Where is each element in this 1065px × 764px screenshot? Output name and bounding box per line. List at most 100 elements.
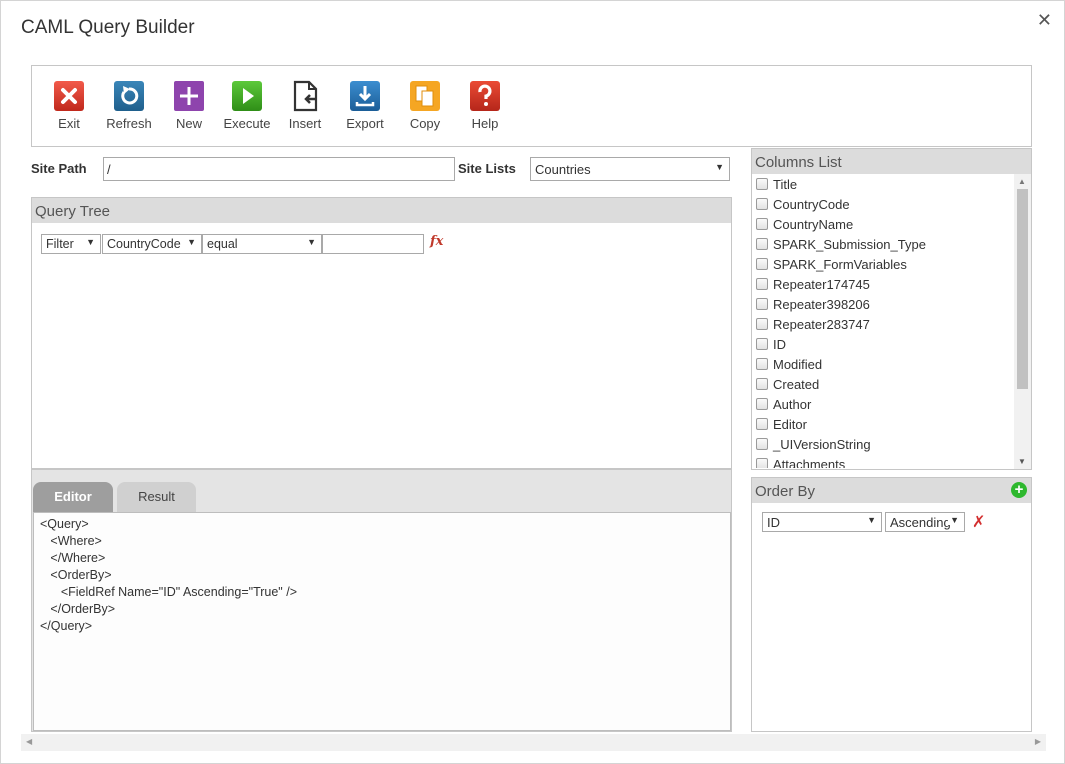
column-item[interactable]: ID bbox=[752, 334, 1014, 354]
refresh-button[interactable]: Refresh bbox=[99, 80, 159, 131]
checkbox[interactable] bbox=[756, 378, 768, 390]
refresh-icon bbox=[114, 81, 144, 111]
column-item[interactable]: Repeater283747 bbox=[752, 314, 1014, 334]
checkbox[interactable] bbox=[756, 198, 768, 210]
tab-editor[interactable]: Editor bbox=[33, 482, 113, 512]
add-icon[interactable]: + bbox=[1011, 482, 1027, 498]
column-item[interactable]: SPARK_Submission_Type bbox=[752, 234, 1014, 254]
execute-label: Execute bbox=[223, 116, 271, 131]
scroll-up-icon[interactable]: ▲ bbox=[1018, 177, 1026, 186]
order-by-direction-select[interactable]: Ascending ▼ bbox=[885, 512, 965, 532]
code-line: <Query> bbox=[40, 517, 89, 531]
filter-field-select[interactable]: CountryCode ▼ bbox=[102, 234, 202, 254]
export-label: Export bbox=[346, 116, 384, 131]
checkbox[interactable] bbox=[756, 358, 768, 370]
new-label: New bbox=[175, 116, 202, 131]
help-button[interactable]: Help bbox=[455, 80, 515, 131]
site-lists-value: Countries bbox=[535, 162, 591, 177]
scrollbar-thumb[interactable] bbox=[1017, 189, 1028, 389]
export-button[interactable]: Export bbox=[335, 80, 395, 131]
column-item[interactable]: Attachments bbox=[752, 454, 1014, 468]
insert-icon bbox=[293, 80, 318, 112]
execute-icon bbox=[232, 81, 262, 111]
execute-button[interactable]: Execute bbox=[217, 80, 277, 131]
column-item[interactable]: Editor bbox=[752, 414, 1014, 434]
tab-result[interactable]: Result bbox=[117, 482, 196, 512]
code-line: </Where> bbox=[40, 551, 106, 565]
code-line: </OrderBy> bbox=[40, 602, 116, 616]
code-line: <FieldRef Name="ID" Ascending="True" /> bbox=[40, 585, 297, 599]
column-label: Attachments bbox=[773, 456, 846, 469]
scroll-right-icon[interactable]: ▶ bbox=[1035, 737, 1041, 746]
copy-button[interactable]: Copy bbox=[395, 80, 455, 131]
column-item[interactable]: CountryCode bbox=[752, 194, 1014, 214]
scroll-down-icon[interactable]: ▼ bbox=[1018, 457, 1026, 466]
checkbox[interactable] bbox=[756, 338, 768, 350]
chevron-down-icon: ▼ bbox=[715, 162, 724, 172]
site-path-input[interactable]: / bbox=[103, 157, 455, 181]
chevron-down-icon: ▼ bbox=[86, 237, 95, 247]
checkbox[interactable] bbox=[756, 238, 768, 250]
dialog-title: CAML Query Builder bbox=[21, 17, 195, 38]
checkbox[interactable] bbox=[756, 218, 768, 230]
site-path-label: Site Path bbox=[31, 161, 87, 176]
column-item[interactable]: SPARK_FormVariables bbox=[752, 254, 1014, 274]
columns-list-header: Columns List bbox=[752, 149, 1031, 174]
columns-list-panel: Columns List Title CountryCode CountryNa… bbox=[751, 148, 1032, 470]
insert-button[interactable]: Insert bbox=[275, 80, 335, 131]
column-item[interactable]: Repeater174745 bbox=[752, 274, 1014, 294]
export-icon bbox=[350, 81, 380, 111]
caml-code-editor[interactable]: <Query> <Where> </Where> <OrderBy> <Fiel… bbox=[33, 512, 731, 731]
help-label: Help bbox=[471, 116, 499, 131]
chevron-down-icon: ▼ bbox=[187, 237, 196, 247]
checkbox[interactable] bbox=[756, 278, 768, 290]
chevron-down-icon: ▼ bbox=[948, 515, 959, 525]
code-line: </Query> bbox=[40, 619, 93, 633]
new-button[interactable]: New bbox=[159, 80, 219, 131]
exit-label: Exit bbox=[58, 116, 80, 131]
order-by-field-value: ID bbox=[767, 515, 780, 530]
filter-operator-value: equal bbox=[207, 237, 238, 251]
exit-button[interactable]: Exit bbox=[39, 80, 99, 131]
function-fx-icon[interactable]: fx bbox=[430, 234, 443, 249]
filter-type-select[interactable]: Filter ▼ bbox=[41, 234, 101, 254]
column-item[interactable]: Created bbox=[752, 374, 1014, 394]
filter-value-input[interactable] bbox=[322, 234, 424, 254]
columns-scrollbar[interactable]: ▲ ▼ bbox=[1014, 174, 1031, 469]
site-lists-select[interactable]: Countries ▼ bbox=[530, 157, 730, 181]
checkbox[interactable] bbox=[756, 438, 768, 450]
columns-list: Title CountryCode CountryName SPARK_Subm… bbox=[752, 174, 1014, 468]
close-icon[interactable]: ✕ bbox=[1037, 11, 1052, 29]
filter-operator-select[interactable]: equal ▼ bbox=[202, 234, 322, 254]
checkbox[interactable] bbox=[756, 298, 768, 310]
checkbox[interactable] bbox=[756, 318, 768, 330]
copy-icon bbox=[410, 81, 440, 111]
filter-type-value: Filter bbox=[46, 237, 74, 251]
order-by-field-select[interactable]: ID ▼ bbox=[762, 512, 882, 532]
toolbar: Exit Refresh New Execute Insert Export C… bbox=[31, 65, 1032, 147]
order-by-header: Order By bbox=[752, 478, 1031, 503]
checkbox[interactable] bbox=[756, 258, 768, 270]
chevron-down-icon: ▼ bbox=[867, 515, 876, 525]
site-lists-label: Site Lists bbox=[458, 161, 516, 176]
delete-icon[interactable]: ✗ bbox=[972, 512, 985, 532]
column-item[interactable]: Author bbox=[752, 394, 1014, 414]
exit-icon bbox=[54, 81, 84, 111]
checkbox[interactable] bbox=[756, 178, 768, 190]
column-item[interactable]: Title bbox=[752, 174, 1014, 194]
copy-label: Copy bbox=[409, 116, 441, 131]
column-label: CountryName bbox=[773, 216, 854, 232]
column-label: Author bbox=[773, 396, 812, 412]
column-label: CountryCode bbox=[773, 196, 850, 212]
column-item[interactable]: CountryName bbox=[752, 214, 1014, 234]
checkbox[interactable] bbox=[756, 418, 768, 430]
column-label: Modified bbox=[773, 356, 823, 372]
checkbox[interactable] bbox=[756, 398, 768, 410]
column-label: Title bbox=[773, 176, 798, 192]
scroll-left-icon[interactable]: ◀ bbox=[26, 737, 32, 746]
column-item[interactable]: _UIVersionString bbox=[752, 434, 1014, 454]
column-item[interactable]: Modified bbox=[752, 354, 1014, 374]
horizontal-scrollbar[interactable]: ◀ ▶ bbox=[21, 734, 1046, 751]
column-item[interactable]: Repeater398206 bbox=[752, 294, 1014, 314]
checkbox[interactable] bbox=[756, 458, 768, 468]
